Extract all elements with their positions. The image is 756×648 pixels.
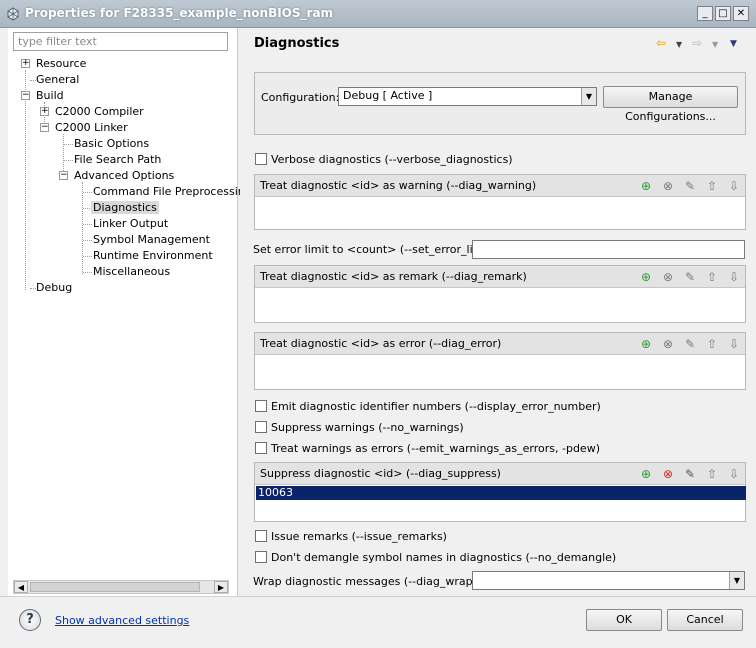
emit-numbers-checkbox[interactable] <box>255 400 267 412</box>
diag-remark-header: Treat diagnostic <id> as remark (--diag_… <box>260 270 527 283</box>
chevron-down-icon[interactable]: ▼ <box>581 88 596 105</box>
diag-suppress-header: Suppress diagnostic <id> (--diag_suppres… <box>260 467 501 480</box>
scroll-left-icon[interactable]: ◀ <box>14 581 28 593</box>
edit-icon[interactable]: ✎ <box>683 467 697 481</box>
add-icon[interactable]: ⊕ <box>639 467 653 481</box>
arrow-left-icon[interactable]: ⇦ <box>656 36 666 50</box>
add-icon[interactable]: ⊕ <box>639 270 653 284</box>
tree-item-command-file-preprocessing[interactable]: Command File Preprocessing <box>93 184 252 200</box>
maximize-button[interactable]: □ <box>715 6 731 21</box>
warnings-as-errors-checkbox[interactable] <box>255 442 267 454</box>
collapse-build-icon[interactable]: − <box>21 91 30 100</box>
diag-wrap-select[interactable]: ▼ <box>472 571 745 590</box>
diag-error-list[interactable]: Treat diagnostic <id> as error (--diag_e… <box>254 332 746 390</box>
scroll-right-icon[interactable]: ▶ <box>214 581 228 593</box>
move-down-icon[interactable]: ⇩ <box>727 179 741 193</box>
tree-item-miscellaneous[interactable]: Miscellaneous <box>93 264 170 280</box>
tree-item-symbol-management[interactable]: Symbol Management <box>93 232 210 248</box>
add-icon[interactable]: ⊕ <box>639 337 653 351</box>
tree-item-advanced-options[interactable]: Advanced Options <box>74 168 174 184</box>
delete-icon[interactable]: ⊗ <box>661 337 675 351</box>
settings-tree: + Resource General − Build + C2000 Compi… <box>0 0 252 560</box>
chevron-down-icon[interactable]: ▼ <box>712 40 718 49</box>
diag-remark-list[interactable]: Treat diagnostic <id> as remark (--diag_… <box>254 265 746 323</box>
no-demangle-checkbox[interactable] <box>255 551 267 563</box>
tree-item-build[interactable]: Build <box>36 88 64 104</box>
expand-resource-icon[interactable]: + <box>21 59 30 68</box>
move-down-icon[interactable]: ⇩ <box>727 467 741 481</box>
tree-item-resource[interactable]: Resource <box>36 56 86 72</box>
issue-remarks-label: Issue remarks (--issue_remarks) <box>271 530 447 543</box>
tree-item-file-search-path[interactable]: File Search Path <box>74 152 161 168</box>
move-up-icon[interactable]: ⇧ <box>705 270 719 284</box>
no-demangle-label: Don't demangle symbol names in diagnosti… <box>271 551 617 564</box>
delete-icon[interactable]: ⊗ <box>661 467 675 481</box>
error-limit-input[interactable] <box>472 240 745 259</box>
manage-configurations-button[interactable]: Manage Configurations... <box>603 86 738 123</box>
issue-remarks-checkbox[interactable] <box>255 530 267 542</box>
delete-icon[interactable]: ⊗ <box>661 179 675 193</box>
edit-icon[interactable]: ✎ <box>683 337 697 351</box>
verbose-label: Verbose diagnostics (--verbose_diagnosti… <box>271 153 513 166</box>
emit-numbers-label: Emit diagnostic identifier numbers (--di… <box>271 400 601 413</box>
tree-item-c2000-linker[interactable]: C2000 Linker <box>55 120 128 136</box>
diag-warning-list[interactable]: Treat diagnostic <id> as warning (--diag… <box>254 174 746 230</box>
show-advanced-settings-link[interactable]: Show advanced settings <box>55 614 189 627</box>
ok-button[interactable]: OK <box>586 609 662 631</box>
configuration-select[interactable]: Debug [ Active ] ▼ <box>338 87 597 106</box>
collapse-advanced-icon[interactable]: − <box>59 171 68 180</box>
diag-suppress-list[interactable]: Suppress diagnostic <id> (--diag_suppres… <box>254 462 746 522</box>
tree-item-linker-output[interactable]: Linker Output <box>93 216 168 232</box>
tree-item-general[interactable]: General <box>36 72 79 88</box>
help-icon[interactable]: ? <box>19 609 41 631</box>
arrow-right-icon[interactable]: ⇨ <box>692 36 702 50</box>
move-down-icon[interactable]: ⇩ <box>727 337 741 351</box>
chevron-down-icon[interactable]: ▼ <box>676 40 682 49</box>
tree-item-diagnostics[interactable]: Diagnostics <box>91 200 159 216</box>
move-up-icon[interactable]: ⇧ <box>705 337 719 351</box>
tree-item-c2000-compiler[interactable]: C2000 Compiler <box>55 104 144 120</box>
error-limit-label: Set error limit to <count> (--set_error_… <box>253 243 496 256</box>
move-up-icon[interactable]: ⇧ <box>705 179 719 193</box>
minimize-button[interactable]: _ <box>697 6 713 21</box>
configuration-label: Configuration: <box>261 91 340 104</box>
edit-icon[interactable]: ✎ <box>683 179 697 193</box>
page-title: Diagnostics <box>254 36 340 51</box>
verbose-checkbox[interactable] <box>255 153 267 165</box>
edit-icon[interactable]: ✎ <box>683 270 697 284</box>
diag-wrap-label: Wrap diagnostic messages (--diag_wrap) <box>253 575 477 588</box>
add-icon[interactable]: ⊕ <box>639 179 653 193</box>
move-down-icon[interactable]: ⇩ <box>727 270 741 284</box>
tree-item-runtime-environment[interactable]: Runtime Environment <box>93 248 213 264</box>
diag-error-header: Treat diagnostic <id> as error (--diag_e… <box>260 337 502 350</box>
collapse-linker-icon[interactable]: − <box>40 123 49 132</box>
chevron-down-icon[interactable]: ▼ <box>729 572 744 589</box>
view-menu-icon[interactable]: ▼ <box>730 39 737 49</box>
tree-item-basic-options[interactable]: Basic Options <box>74 136 149 152</box>
suppress-warnings-label: Suppress warnings (--no_warnings) <box>271 421 464 434</box>
delete-icon[interactable]: ⊗ <box>661 270 675 284</box>
scroll-thumb[interactable] <box>30 582 200 592</box>
list-item[interactable]: 10063 <box>256 486 746 500</box>
close-button[interactable]: ✕ <box>733 6 749 21</box>
tree-horizontal-scrollbar[interactable]: ◀ ▶ <box>13 580 229 594</box>
move-up-icon[interactable]: ⇧ <box>705 467 719 481</box>
suppress-warnings-checkbox[interactable] <box>255 421 267 433</box>
diag-warning-header: Treat diagnostic <id> as warning (--diag… <box>260 179 537 192</box>
warnings-as-errors-label: Treat warnings as errors (--emit_warning… <box>271 442 600 455</box>
cancel-button[interactable]: Cancel <box>667 609 743 631</box>
expand-compiler-icon[interactable]: + <box>40 107 49 116</box>
tree-item-debug[interactable]: Debug <box>36 280 72 296</box>
